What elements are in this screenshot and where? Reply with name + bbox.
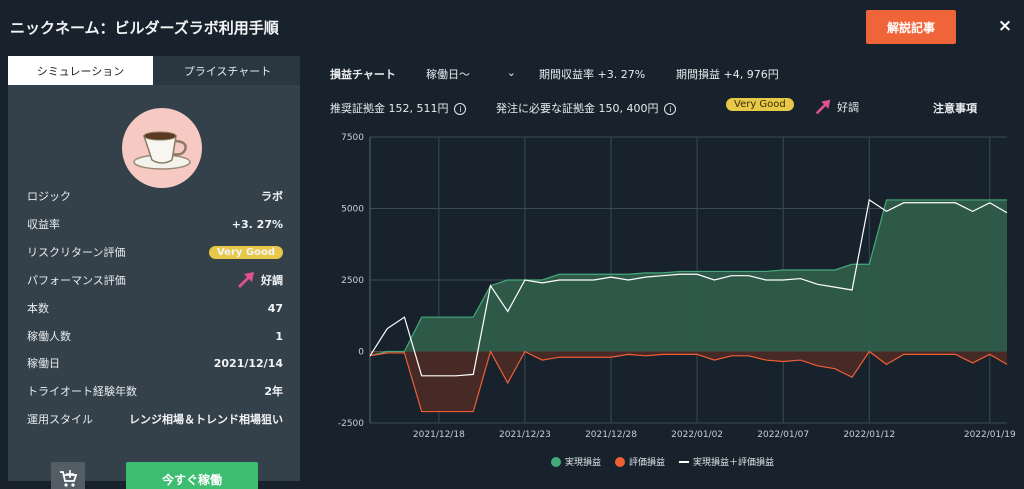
x-tick-label: 2022/01/02: [671, 430, 723, 440]
x-tick-label: 2022/01/12: [843, 430, 895, 440]
risk-return-label: リスクリターン評価: [27, 246, 126, 259]
cart-add-button[interactable]: [51, 462, 85, 489]
legend-realized: 実現損益: [551, 455, 601, 468]
y-tick-label: 0: [358, 348, 364, 358]
coffee-cup-icon: [122, 108, 202, 188]
arrow-up-right-icon: [815, 99, 831, 115]
experience-value: 2年: [264, 385, 283, 398]
y-tick-label: 5000: [341, 205, 364, 215]
page-title: ニックネーム：ビルダーズラボ利用手順: [10, 19, 279, 37]
return-label: 収益率: [27, 218, 60, 231]
count-label: 本数: [27, 302, 49, 315]
legend-total: 実現損益＋評価損益: [679, 455, 774, 468]
performance-row: パフォーマンス評価 好調: [27, 271, 283, 289]
recommended-margin: 推奨証拠金 152, 511円 i: [330, 100, 467, 116]
unrealized-area: [370, 351, 1007, 412]
performance-label: パフォーマンス評価: [27, 274, 126, 287]
info-icon[interactable]: i: [454, 103, 467, 115]
return-value: +3. 27%: [231, 217, 283, 231]
performance-text: 好調: [261, 274, 283, 287]
users-row: 稼働人数 1: [27, 327, 283, 345]
notes-link[interactable]: 注意事項: [933, 100, 977, 116]
chart-legend: 実現損益 評価損益 実現損益＋評価損益: [551, 455, 774, 468]
period-pnl: 期間損益 +4, 976円: [676, 68, 779, 81]
total-line: [369, 198, 1008, 377]
risk-return-badge: Very Good: [208, 245, 283, 259]
rating-badge: Very Good: [726, 98, 794, 111]
count-value: 47: [267, 301, 283, 315]
logic-row: ロジック ラボ: [27, 187, 283, 205]
period-return: 期間収益率 +3. 27%: [539, 68, 646, 81]
start-date-label: 稼働日: [27, 357, 60, 370]
start-date-value: 2021/12/14: [213, 356, 283, 370]
realized-area: [370, 199, 1007, 356]
start-now-button[interactable]: 今すぐ稼働: [126, 462, 258, 489]
panel-tabs: シミュレーション プライスチャート: [8, 56, 300, 85]
style-label: 運用スタイル: [27, 413, 93, 426]
users-label: 稼働人数: [27, 330, 71, 343]
x-tick-label: 2022/01/07: [757, 430, 809, 440]
x-tick-label: 2021/12/23: [499, 430, 551, 440]
tab-price-chart[interactable]: プライスチャート: [155, 56, 300, 85]
x-tick-label: 2021/12/28: [585, 430, 637, 440]
recommended-margin-text: 推奨証拠金 152, 511円: [330, 102, 449, 115]
required-margin: 発注に必要な証拠金 150, 400円 i: [496, 100, 677, 116]
logic-value: ラボ: [261, 190, 283, 203]
y-tick-label: 7500: [341, 133, 364, 143]
panel-body: ロジック ラボ 収益率 +3. 27% リスクリターン評価 Very Good …: [8, 85, 300, 489]
style-row: 運用スタイル レンジ相場＆トレンド相場狙い: [27, 410, 283, 428]
x-tick-label: 2021/12/18: [413, 430, 465, 440]
x-tick-label: 2022/01/19: [964, 430, 1016, 440]
cart-add-icon: [60, 470, 78, 487]
performance-value: 好調: [235, 269, 283, 291]
article-button[interactable]: 解説記事: [866, 10, 956, 44]
experience-row: トライオート経験年数 2年: [27, 382, 283, 400]
logic-label: ロジック: [27, 190, 71, 203]
realized-line: [369, 199, 1007, 357]
chevron-down-icon: ⌄: [506, 66, 516, 79]
period-select-value: 稼働日～: [426, 68, 470, 81]
performance-indicator: 好調: [813, 97, 859, 117]
close-icon[interactable]: ×: [996, 16, 1014, 36]
arrow-up-right-icon: [238, 272, 254, 288]
info-icon[interactable]: i: [664, 103, 677, 115]
unrealized-line: [369, 349, 1008, 413]
y-tick-label: -2500: [338, 419, 364, 429]
tab-simulation[interactable]: シミュレーション: [8, 56, 153, 85]
start-date-row: 稼働日 2021/12/14: [27, 354, 283, 372]
strategy-panel: シミュレーション プライスチャート ロジック ラボ 収益率 +3. 27% リス…: [8, 56, 300, 489]
count-row: 本数 47: [27, 299, 283, 317]
return-row: 収益率 +3. 27%: [27, 215, 283, 233]
period-select[interactable]: 稼働日～ ⌄: [426, 66, 516, 82]
style-value: レンジ相場＆トレンド相場狙い: [129, 413, 283, 426]
chart-label: 損益チャート: [330, 68, 396, 81]
experience-label: トライオート経験年数: [27, 385, 137, 398]
users-value: 1: [275, 329, 283, 343]
required-margin-text: 発注に必要な証拠金 150, 400円: [496, 102, 659, 115]
risk-return-row: リスクリターン評価 Very Good: [27, 243, 283, 261]
performance-indicator-text: 好調: [837, 101, 859, 114]
legend-unrealized: 評価損益: [615, 455, 665, 468]
y-tick-label: 2500: [341, 276, 364, 286]
